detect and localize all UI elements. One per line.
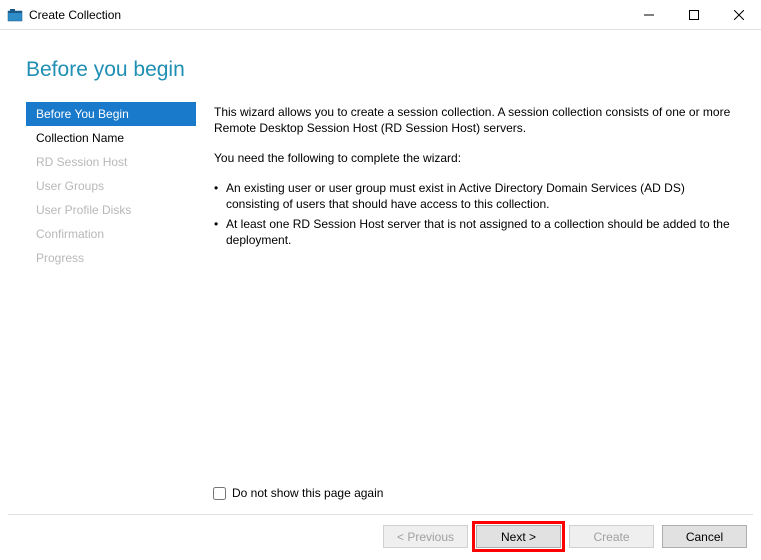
list-item: At least one RD Session Host server that…	[214, 216, 731, 248]
list-item: An existing user or user group must exis…	[214, 180, 731, 212]
title-bar: Create Collection	[0, 0, 761, 30]
minimize-button[interactable]	[626, 0, 671, 29]
sidebar-item-user-profile-disks: User Profile Disks	[26, 198, 196, 222]
sidebar-item-rd-session-host: RD Session Host	[26, 150, 196, 174]
wizard-sidebar: Before You Begin Collection Name RD Sess…	[26, 102, 196, 482]
do-not-show-checkbox[interactable]	[213, 487, 226, 500]
button-row: < Previous Next > Create Cancel	[0, 515, 761, 548]
do-not-show-label[interactable]: Do not show this page again	[232, 486, 383, 500]
cancel-button[interactable]: Cancel	[662, 525, 747, 548]
sidebar-item-collection-name[interactable]: Collection Name	[26, 126, 196, 150]
sidebar-item-before-you-begin[interactable]: Before You Begin	[26, 102, 196, 126]
previous-button: < Previous	[383, 525, 468, 548]
maximize-button[interactable]	[671, 0, 716, 29]
window-title: Create Collection	[29, 8, 121, 22]
intro-text: This wizard allows you to create a sessi…	[214, 104, 731, 136]
page-heading: Before you begin	[0, 30, 761, 82]
create-button: Create	[569, 525, 654, 548]
app-icon	[7, 7, 23, 23]
requirements-heading: You need the following to complete the w…	[214, 150, 731, 166]
next-button[interactable]: Next >	[476, 525, 561, 548]
sidebar-item-user-groups: User Groups	[26, 174, 196, 198]
sidebar-item-confirmation: Confirmation	[26, 222, 196, 246]
close-button[interactable]	[716, 0, 761, 29]
content-pane: This wizard allows you to create a sessi…	[196, 102, 761, 482]
sidebar-item-progress: Progress	[26, 246, 196, 270]
